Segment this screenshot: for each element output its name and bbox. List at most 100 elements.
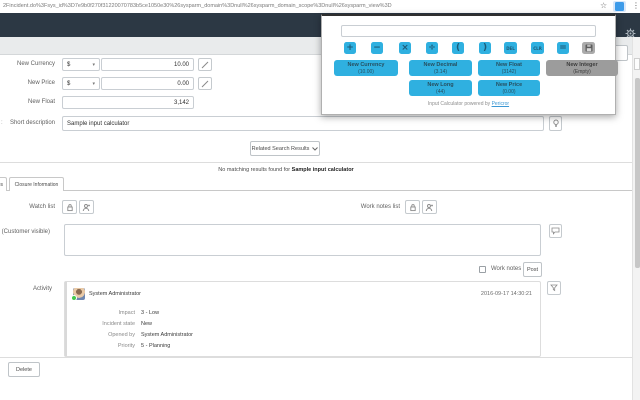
- change-value: 5 - Planning: [141, 343, 171, 349]
- no-results-message: No matching results found for Sample inp…: [0, 167, 572, 173]
- subtract-button[interactable]: −: [371, 42, 383, 54]
- url-text[interactable]: 2Fincident.do%3Fsys_id%3D7e9b0f270f31220…: [3, 3, 563, 9]
- funnel-icon: [550, 284, 558, 292]
- new-float-calc-button[interactable]: New Float (3142): [478, 60, 540, 76]
- calc-button-value: (3142): [501, 68, 517, 75]
- activity-timestamp: 2016-09-17 14:30:21: [480, 291, 532, 297]
- currency-symbol: $: [67, 61, 71, 68]
- activity-author: System Administrator: [89, 291, 141, 297]
- lock-icon: [409, 203, 416, 211]
- activity-filter-button[interactable]: [547, 281, 561, 295]
- footer-divider: [0, 357, 632, 358]
- scrollbar-thumb[interactable]: [634, 78, 640, 268]
- work-notes-checkbox[interactable]: [479, 266, 486, 273]
- work-notes-list-add-me-button[interactable]: [422, 200, 437, 214]
- chevron-down-icon: [312, 146, 319, 151]
- input-calculator-popup: + − × ÷ ( ) DEL CLR = New Currency (10.0…: [321, 14, 618, 115]
- tab-strip: [0, 177, 632, 191]
- calc-button-label: New Float: [496, 61, 522, 68]
- pericror-link[interactable]: Pericror: [492, 101, 510, 107]
- calc-button-value: (10.00): [358, 68, 374, 75]
- new-currency-calc-button[interactable]: New Currency (10.00): [334, 60, 398, 76]
- watch-list-label: Watch list: [29, 204, 55, 210]
- change-field: Incident state: [102, 321, 135, 327]
- new-decimal-calc-button[interactable]: New Decimal (3.14): [409, 60, 472, 76]
- calc-button-value: (Empty): [573, 68, 591, 75]
- save-button[interactable]: [582, 42, 595, 54]
- bookmark-star-icon[interactable]: ☆: [600, 1, 607, 10]
- new-currency-currency-select[interactable]: $ ▾: [62, 58, 100, 71]
- calc-button-label: New Price: [495, 81, 523, 88]
- delete-button[interactable]: Delete: [8, 362, 40, 377]
- work-notes-list-lock-button[interactable]: [405, 200, 420, 214]
- pencil-icon: [201, 80, 209, 87]
- presence-dot: [71, 295, 77, 301]
- extension-highlight[interactable]: [613, 1, 626, 12]
- no-results-prefix: No matching results found for: [218, 167, 292, 173]
- add-button[interactable]: +: [344, 42, 356, 54]
- floppy-disk-icon: [585, 44, 592, 52]
- calc-button-label: New Decimal: [423, 61, 458, 68]
- lock-icon: [66, 203, 73, 211]
- related-search-results-button[interactable]: Related Search Results: [250, 141, 320, 156]
- calculator-extension-icon[interactable]: [615, 2, 624, 11]
- multiply-button[interactable]: ×: [399, 42, 411, 54]
- short-description-input[interactable]: Sample input calculator: [62, 116, 544, 131]
- additional-comments-label: Additional comments (Customer visible): [0, 229, 50, 235]
- new-integer-calc-button[interactable]: New Integer (Empty): [546, 60, 618, 76]
- new-currency-label: New Currency: [16, 61, 55, 67]
- short-description-label: Short description: [9, 120, 55, 126]
- new-price-calc-button[interactable]: New Price (0.00): [478, 80, 540, 96]
- activity-label: Activity: [32, 286, 52, 292]
- calc-button-label: New Currency: [347, 61, 385, 68]
- calc-button-label: New Long: [427, 81, 454, 88]
- change-field: Impact: [118, 310, 135, 316]
- divide-button[interactable]: ÷: [426, 42, 438, 54]
- search-knowledge-button[interactable]: [549, 116, 562, 131]
- new-currency-edit-button[interactable]: [198, 58, 212, 71]
- new-float-input[interactable]: 3,142: [62, 96, 194, 109]
- tab-closure-information[interactable]: Closure Information: [9, 177, 64, 191]
- calculator-expression-input[interactable]: [341, 25, 596, 37]
- calc-button-value: (44): [436, 88, 445, 95]
- no-results-query: Sample input calculator: [291, 167, 354, 173]
- screen: 2Fincident.do%3Fsys_id%3D7e9b0f270f31220…: [0, 0, 640, 400]
- change-field: Opened by: [108, 332, 135, 338]
- new-currency-input[interactable]: 10.00: [101, 58, 194, 71]
- equals-button[interactable]: =: [557, 42, 569, 54]
- new-price-edit-button[interactable]: [198, 77, 212, 90]
- new-long-calc-button[interactable]: New Long (44): [409, 80, 472, 96]
- watch-list-add-me-button[interactable]: [79, 200, 94, 214]
- tab-notes[interactable]: Notes: [0, 177, 7, 191]
- pencil-icon: [201, 61, 209, 68]
- page-scrollbar[interactable]: [632, 37, 640, 400]
- speech-bubble-icon: [551, 227, 560, 235]
- watch-list-lock-button[interactable]: [62, 200, 77, 214]
- add-person-icon: [425, 203, 433, 211]
- browser-address-bar[interactable]: 2Fincident.do%3Fsys_id%3D7e9b0f270f31220…: [0, 0, 640, 14]
- comments-textarea[interactable]: [64, 224, 541, 256]
- calc-button-value: (0.00): [502, 88, 516, 95]
- work-notes-list-label: Work notes list: [360, 204, 400, 210]
- new-price-input[interactable]: 0.00: [101, 77, 194, 90]
- section-divider: [0, 162, 632, 163]
- post-button[interactable]: Post: [523, 262, 542, 277]
- calc-button-label: New Integer: [566, 61, 598, 68]
- browser-menu-icon[interactable]: ⋮: [632, 1, 640, 10]
- add-person-icon: [82, 203, 90, 211]
- calculator-footer: Input Calculator powered by Pericror: [322, 101, 615, 107]
- chevron-down-icon: ▾: [92, 61, 95, 68]
- open-paren-button[interactable]: (: [452, 42, 464, 54]
- chevron-down-icon: ▾: [92, 80, 95, 87]
- change-value: System Administrator: [141, 332, 193, 338]
- delete-button-calculator[interactable]: DEL: [504, 42, 517, 54]
- clear-button[interactable]: CLR: [531, 42, 544, 54]
- scrollbar-up-button[interactable]: [633, 58, 640, 70]
- new-float-label: New Float: [27, 99, 55, 105]
- work-notes-checkbox-label: Work notes: [491, 266, 522, 272]
- close-paren-button[interactable]: ): [479, 42, 491, 54]
- activity-entry: System Administrator 2016-09-17 14:30:21…: [64, 281, 541, 357]
- footer-text: Input Calculator powered by: [427, 101, 492, 107]
- quick-message-button[interactable]: [549, 224, 562, 238]
- new-price-currency-select[interactable]: $ ▾: [62, 77, 100, 90]
